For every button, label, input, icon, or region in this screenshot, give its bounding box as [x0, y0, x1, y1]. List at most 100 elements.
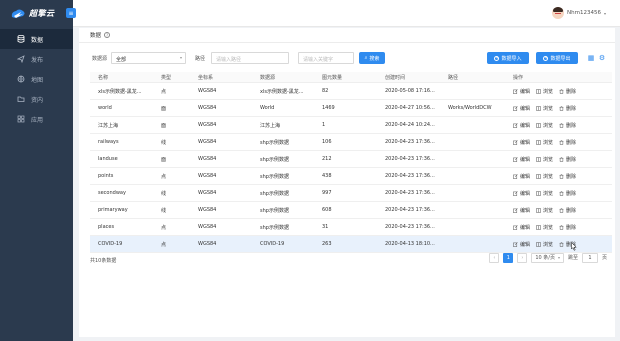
menu-toggle-icon[interactable]: ≡: [66, 8, 76, 18]
chevron-down-icon[interactable]: ▾: [604, 11, 606, 16]
table-row[interactable]: 江苏上海 面 WGS84 江苏上海 1 2020-04-24 10:24... 编辑 浏览 删除: [90, 117, 612, 134]
table-row[interactable]: landuse 面 WGS84 shp示例数据 212 2020-04-23 17:36.…: [90, 151, 612, 168]
delete-button[interactable]: 删除: [559, 224, 576, 231]
sidebar-item-apps[interactable]: 应用: [0, 109, 73, 129]
username[interactable]: Nhm123456: [567, 10, 601, 16]
edit-label: 编辑: [520, 207, 531, 214]
delete-button[interactable]: 删除: [559, 173, 576, 180]
edit-button[interactable]: 编辑: [513, 139, 530, 146]
table-row[interactable]: COVID-19 点 WGS84 COVID-19 263 2020-04-13 18:1…: [90, 236, 612, 253]
browse-button[interactable]: 浏览: [536, 190, 553, 197]
delete-button[interactable]: 删除: [559, 122, 576, 129]
goto-page-input[interactable]: 1: [581, 252, 598, 263]
row-actions: 编辑 浏览 删除: [505, 224, 612, 231]
browse-button[interactable]: 浏览: [536, 105, 553, 112]
help-icon[interactable]: ?: [104, 32, 111, 38]
browse-button[interactable]: 浏览: [536, 241, 553, 248]
source-select[interactable]: 全部 ▾: [111, 52, 186, 64]
delete-button[interactable]: 删除: [559, 207, 576, 214]
export-button[interactable]: + 数据导出: [536, 52, 578, 64]
table-cell: 2020-04-13 18:10...: [385, 241, 435, 247]
edit-button[interactable]: 编辑: [513, 241, 530, 248]
row-actions: 编辑 浏览 删除: [505, 139, 612, 146]
table-cell: WGS84: [198, 207, 217, 213]
browse-button[interactable]: 浏览: [536, 207, 553, 214]
table-cell: 2020-04-23 17:36...: [385, 139, 435, 145]
browse-button[interactable]: 浏览: [536, 224, 553, 231]
column-header: 图元数量: [322, 74, 343, 81]
table-cell: 2020-04-23 17:36...: [385, 190, 435, 196]
sidebar-item-data[interactable]: 数据: [0, 29, 73, 49]
table-cell: WGS84: [198, 122, 217, 128]
table-row[interactable]: world 面 WGS84 World 1469 2020-04-27 10:56... W…: [90, 100, 612, 117]
sidebar-item-map[interactable]: 地图: [0, 69, 73, 89]
edit-button[interactable]: 编辑: [513, 207, 530, 214]
edit-button[interactable]: 编辑: [513, 105, 530, 112]
edit-label: 编辑: [520, 190, 531, 197]
path-input[interactable]: 请输入路径: [211, 52, 289, 64]
book-icon: [536, 105, 541, 111]
page-number-button[interactable]: 1: [503, 252, 514, 263]
browse-label: 浏览: [543, 122, 554, 129]
table-cell: 2020-04-24 10:24...: [385, 122, 435, 128]
mouse-cursor-icon: [571, 242, 577, 251]
book-icon: [536, 190, 541, 196]
table-cell: 82: [322, 88, 329, 94]
delete-button[interactable]: 删除: [559, 139, 576, 146]
send-icon: [17, 55, 25, 63]
table-cell: WGS84: [198, 88, 217, 94]
page-size-select[interactable]: 10 条/页 ▾: [531, 252, 564, 263]
book-icon: [536, 173, 541, 179]
table-row[interactable]: primaryway 线 WGS84 shp示例数据 608 2020-04-23 17:…: [90, 202, 612, 219]
table-row[interactable]: xls示例数据-黑龙... 点 WGS84 xls示例数据-黑龙... 82 2020-0…: [90, 83, 612, 100]
table-row[interactable]: places 点 WGS84 shp示例数据 31 2020-04-23 17:36...…: [90, 219, 612, 236]
browse-button[interactable]: 浏览: [536, 139, 553, 146]
browse-button[interactable]: 浏览: [536, 122, 553, 129]
delete-button[interactable]: 删除: [559, 156, 576, 163]
browse-button[interactable]: 浏览: [536, 173, 553, 180]
browse-button[interactable]: 浏览: [536, 88, 553, 95]
edit-button[interactable]: 编辑: [513, 224, 530, 231]
table-cell: 997: [322, 190, 332, 196]
delete-button[interactable]: 删除: [559, 190, 576, 197]
edit-button[interactable]: 编辑: [513, 190, 530, 197]
folder-icon: [17, 95, 25, 103]
table-row[interactable]: railways 线 WGS84 shp示例数据 106 2020-04-23 17:36…: [90, 134, 612, 151]
table-row[interactable]: secondway 线 WGS84 shp示例数据 997 2020-04-23 17:3…: [90, 185, 612, 202]
edit-button[interactable]: 编辑: [513, 156, 530, 163]
prev-page-button[interactable]: ‹: [489, 252, 500, 263]
keyword-input[interactable]: 请输入关键字: [298, 52, 354, 64]
import-button[interactable]: + 数据导入: [487, 52, 529, 64]
delete-label: 删除: [566, 88, 577, 95]
edit-button[interactable]: 编辑: [513, 122, 530, 129]
edit-button[interactable]: 编辑: [513, 88, 530, 95]
row-actions: 编辑 浏览 删除: [505, 122, 612, 129]
browse-button[interactable]: 浏览: [536, 156, 553, 163]
search-icon: ⌕: [364, 55, 368, 61]
edit-icon: [513, 173, 518, 179]
table-view-icon[interactable]: ▦: [587, 54, 595, 62]
table-cell: 线: [161, 207, 167, 214]
table-cell: World: [260, 105, 275, 111]
delete-button[interactable]: 删除: [559, 88, 576, 95]
table-cell: xls示例数据-黑龙...: [98, 88, 142, 95]
gear-icon[interactable]: ⚙: [598, 54, 606, 62]
source-label: 数据源: [92, 56, 108, 62]
edit-icon: [513, 190, 518, 196]
table-row[interactable]: points 点 WGS84 shp示例数据 438 2020-04-23 17:36..…: [90, 168, 612, 185]
page-suffix: 页: [601, 255, 607, 261]
table-cell: secondway: [98, 190, 126, 196]
column-header: 路径: [448, 74, 459, 81]
sidebar-item-resources[interactable]: 资内: [0, 89, 73, 109]
next-page-button[interactable]: ›: [517, 252, 528, 263]
avatar[interactable]: [552, 7, 565, 19]
table-cell: 2020-05-08 17:16...: [385, 88, 435, 94]
user-menu[interactable]: Nhm123456 ▾: [552, 7, 606, 19]
table-cell: shp示例数据: [260, 173, 289, 180]
table-cell: WGS84: [198, 190, 217, 196]
sidebar-item-publish[interactable]: 发布: [0, 49, 73, 69]
edit-label: 编辑: [520, 105, 531, 112]
delete-button[interactable]: 删除: [559, 105, 576, 112]
search-button[interactable]: ⌕ 搜索: [359, 52, 385, 64]
edit-button[interactable]: 编辑: [513, 173, 530, 180]
